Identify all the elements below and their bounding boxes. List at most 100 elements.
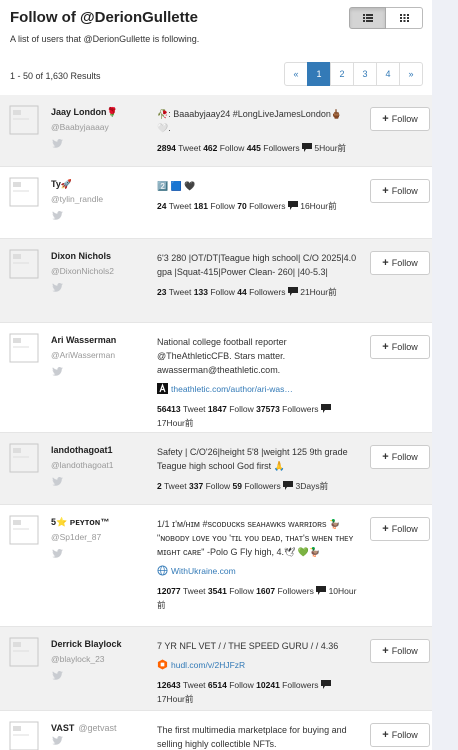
avatar-placeholder-icon[interactable] xyxy=(9,721,39,750)
pagination-page-4[interactable]: 4 xyxy=(376,62,400,86)
user-stats: 23 Tweet 133 Follow 44 Followers 21Hour前 xyxy=(157,287,337,297)
user-row: Dixon Nichols @DixonNichols2 6'3 280 |OT/D… xyxy=(0,239,432,323)
plus-icon: + xyxy=(382,645,389,657)
twitter-bird-icon[interactable] xyxy=(52,367,63,376)
user-bio-block: 7 YR NFL VET / / THE SPEED GURU / / 4.36… xyxy=(157,639,357,706)
user-name[interactable]: Derrick Blaylock xyxy=(51,639,122,649)
user-stats: 2894 Tweet 462 Follow 445 Followers 5Hou… xyxy=(157,143,347,153)
pagination-page-3[interactable]: 3 xyxy=(353,62,377,86)
grid-icon xyxy=(399,14,409,22)
tweet-count: 56413 xyxy=(157,404,181,414)
comment-icon xyxy=(316,586,327,595)
twitter-bird-icon[interactable] xyxy=(52,671,63,680)
plus-icon: + xyxy=(382,185,389,197)
user-name[interactable]: Ari Wasserman xyxy=(51,335,116,345)
user-bio: Safety | C/O'26|height 5'8 |weight 125 9… xyxy=(157,447,348,471)
followers-count: 59 xyxy=(232,481,242,491)
user-bio-block: Safety | C/O'26|height 5'8 |weight 125 9… xyxy=(157,445,357,493)
user-name[interactable]: Dixon Nichols xyxy=(51,251,111,261)
avatar-placeholder-icon[interactable] xyxy=(9,105,39,135)
plus-icon: + xyxy=(382,729,389,741)
pagination: « 1 2 3 4 » xyxy=(284,62,423,86)
results-bar: 1 - 50 of 1,630 Results « 1 2 3 4 » xyxy=(0,60,432,94)
list-view-button[interactable] xyxy=(349,7,386,29)
last-active-time: 17Hour前 xyxy=(157,694,194,704)
follow-button[interactable]: + Follow xyxy=(370,335,430,359)
twitter-bird-icon[interactable] xyxy=(52,283,63,292)
follow-button[interactable]: + Follow xyxy=(370,445,430,469)
tweet-count: 23 xyxy=(157,287,167,297)
avatar-placeholder-icon[interactable] xyxy=(9,249,39,279)
pagination-page-1[interactable]: 1 xyxy=(307,62,331,86)
pagination-page-2[interactable]: 2 xyxy=(330,62,354,86)
follow-button[interactable]: + Follow xyxy=(370,639,430,663)
tweet-count: 2 xyxy=(157,481,162,491)
following-count: 181 xyxy=(193,201,208,211)
user-bio-block: 6'3 280 |OT/DT|Teague high school| C/O 2… xyxy=(157,251,357,299)
user-row: Jaay London🌹 @Baabyjaaaay 🥀: Baaabyjaay24 … xyxy=(0,95,432,167)
twitter-bird-icon[interactable] xyxy=(52,736,63,745)
follow-button[interactable]: + Follow xyxy=(370,517,430,541)
pagination-prev[interactable]: « xyxy=(284,62,308,86)
last-active-time: 21Hour前 xyxy=(300,287,337,297)
avatar-placeholder-icon[interactable] xyxy=(9,515,39,545)
user-handle[interactable]: @getvast xyxy=(78,723,116,733)
user-handle[interactable]: @DixonNichols2 xyxy=(51,266,114,276)
page-header: Follow of @DerionGullette A list of user… xyxy=(0,0,432,60)
user-name[interactable]: 5⭐ ᴘᴇʏᴛᴏɴ™ xyxy=(51,517,109,528)
user-bio: 7 YR NFL VET / / THE SPEED GURU / / 4.36 xyxy=(157,641,339,651)
comment-icon xyxy=(320,680,331,689)
pagination-next[interactable]: » xyxy=(399,62,423,86)
grid-view-button[interactable] xyxy=(386,7,423,29)
user-bio: 🥀: Baaabyjaay24 #LongLiveJamesLondon🖕🏾 🤍… xyxy=(157,109,343,133)
user-bio: 2️⃣ 🟦 🖤 xyxy=(157,181,196,191)
avatar-placeholder-icon[interactable] xyxy=(9,333,39,363)
user-stats: 2 Tweet 337 Follow 59 Followers 3Days前 xyxy=(157,481,329,491)
hudl-icon xyxy=(157,659,168,670)
user-row: Ari Wasserman @AriWasserman National colle… xyxy=(0,323,432,433)
user-handle[interactable]: @Sp1der_87 xyxy=(51,532,101,542)
follow-button[interactable]: + Follow xyxy=(370,723,430,747)
user-handle[interactable]: @tylin_randle xyxy=(51,194,103,204)
right-sidebar-strip xyxy=(432,0,458,750)
user-name[interactable]: Jaay London🌹 xyxy=(51,107,118,118)
avatar-placeholder-icon[interactable] xyxy=(9,637,39,667)
comment-icon xyxy=(287,201,298,210)
user-name[interactable]: landothagoat1 xyxy=(51,445,113,455)
view-toggle xyxy=(349,7,423,29)
user-handle[interactable]: @Baabyjaaaay xyxy=(51,122,109,132)
plus-icon: + xyxy=(382,523,389,535)
last-active-time: 17Hour前 xyxy=(157,418,194,428)
twitter-bird-icon[interactable] xyxy=(52,211,63,220)
twitter-bird-icon[interactable] xyxy=(52,477,63,486)
user-website-link[interactable]: WithUkraine.com xyxy=(157,564,357,578)
plus-icon: + xyxy=(382,451,389,463)
user-handle[interactable]: @AriWasserman xyxy=(51,350,115,360)
following-count: 133 xyxy=(193,287,208,297)
user-stats: 12077 Tweet 3541 Follow 1607 Followers 1… xyxy=(157,586,357,610)
user-name[interactable]: VAST @getvast xyxy=(51,723,117,733)
user-website-link[interactable]: hudl.com/v/2HJFzR xyxy=(157,658,357,672)
results-count: 1 - 50 of 1,630 Results xyxy=(10,71,101,81)
tweet-count: 12077 xyxy=(157,586,181,596)
twitter-bird-icon[interactable] xyxy=(52,549,63,558)
plus-icon: + xyxy=(382,113,389,125)
user-bio-block: The first multimedia marketplace for buy… xyxy=(157,723,357,750)
avatar-placeholder-icon[interactable] xyxy=(9,177,39,207)
last-active-time: 3Days前 xyxy=(295,481,329,491)
user-handle[interactable]: @blaylock_23 xyxy=(51,654,105,664)
following-count: 6514 xyxy=(207,680,227,690)
page-subtitle: A list of users that @DerionGullette is … xyxy=(10,34,200,44)
user-website-link[interactable]: theathletic.com/author/ari-was… xyxy=(157,382,357,396)
user-name[interactable]: Ty🚀 xyxy=(51,179,72,190)
main-content: Follow of @DerionGullette A list of user… xyxy=(0,0,432,94)
follow-button[interactable]: + Follow xyxy=(370,251,430,275)
user-row: Derrick Blaylock @blaylock_23 7 YR NFL VET… xyxy=(0,627,432,711)
user-handle[interactable]: @landothagoat1 xyxy=(51,460,114,470)
twitter-bird-icon[interactable] xyxy=(52,139,63,148)
athletic-logo-icon xyxy=(157,383,168,394)
follow-button[interactable]: + Follow xyxy=(370,179,430,203)
follow-button[interactable]: + Follow xyxy=(370,107,430,131)
avatar-placeholder-icon[interactable] xyxy=(9,443,39,473)
user-bio: 6'3 280 |OT/DT|Teague high school| C/O 2… xyxy=(157,253,357,277)
